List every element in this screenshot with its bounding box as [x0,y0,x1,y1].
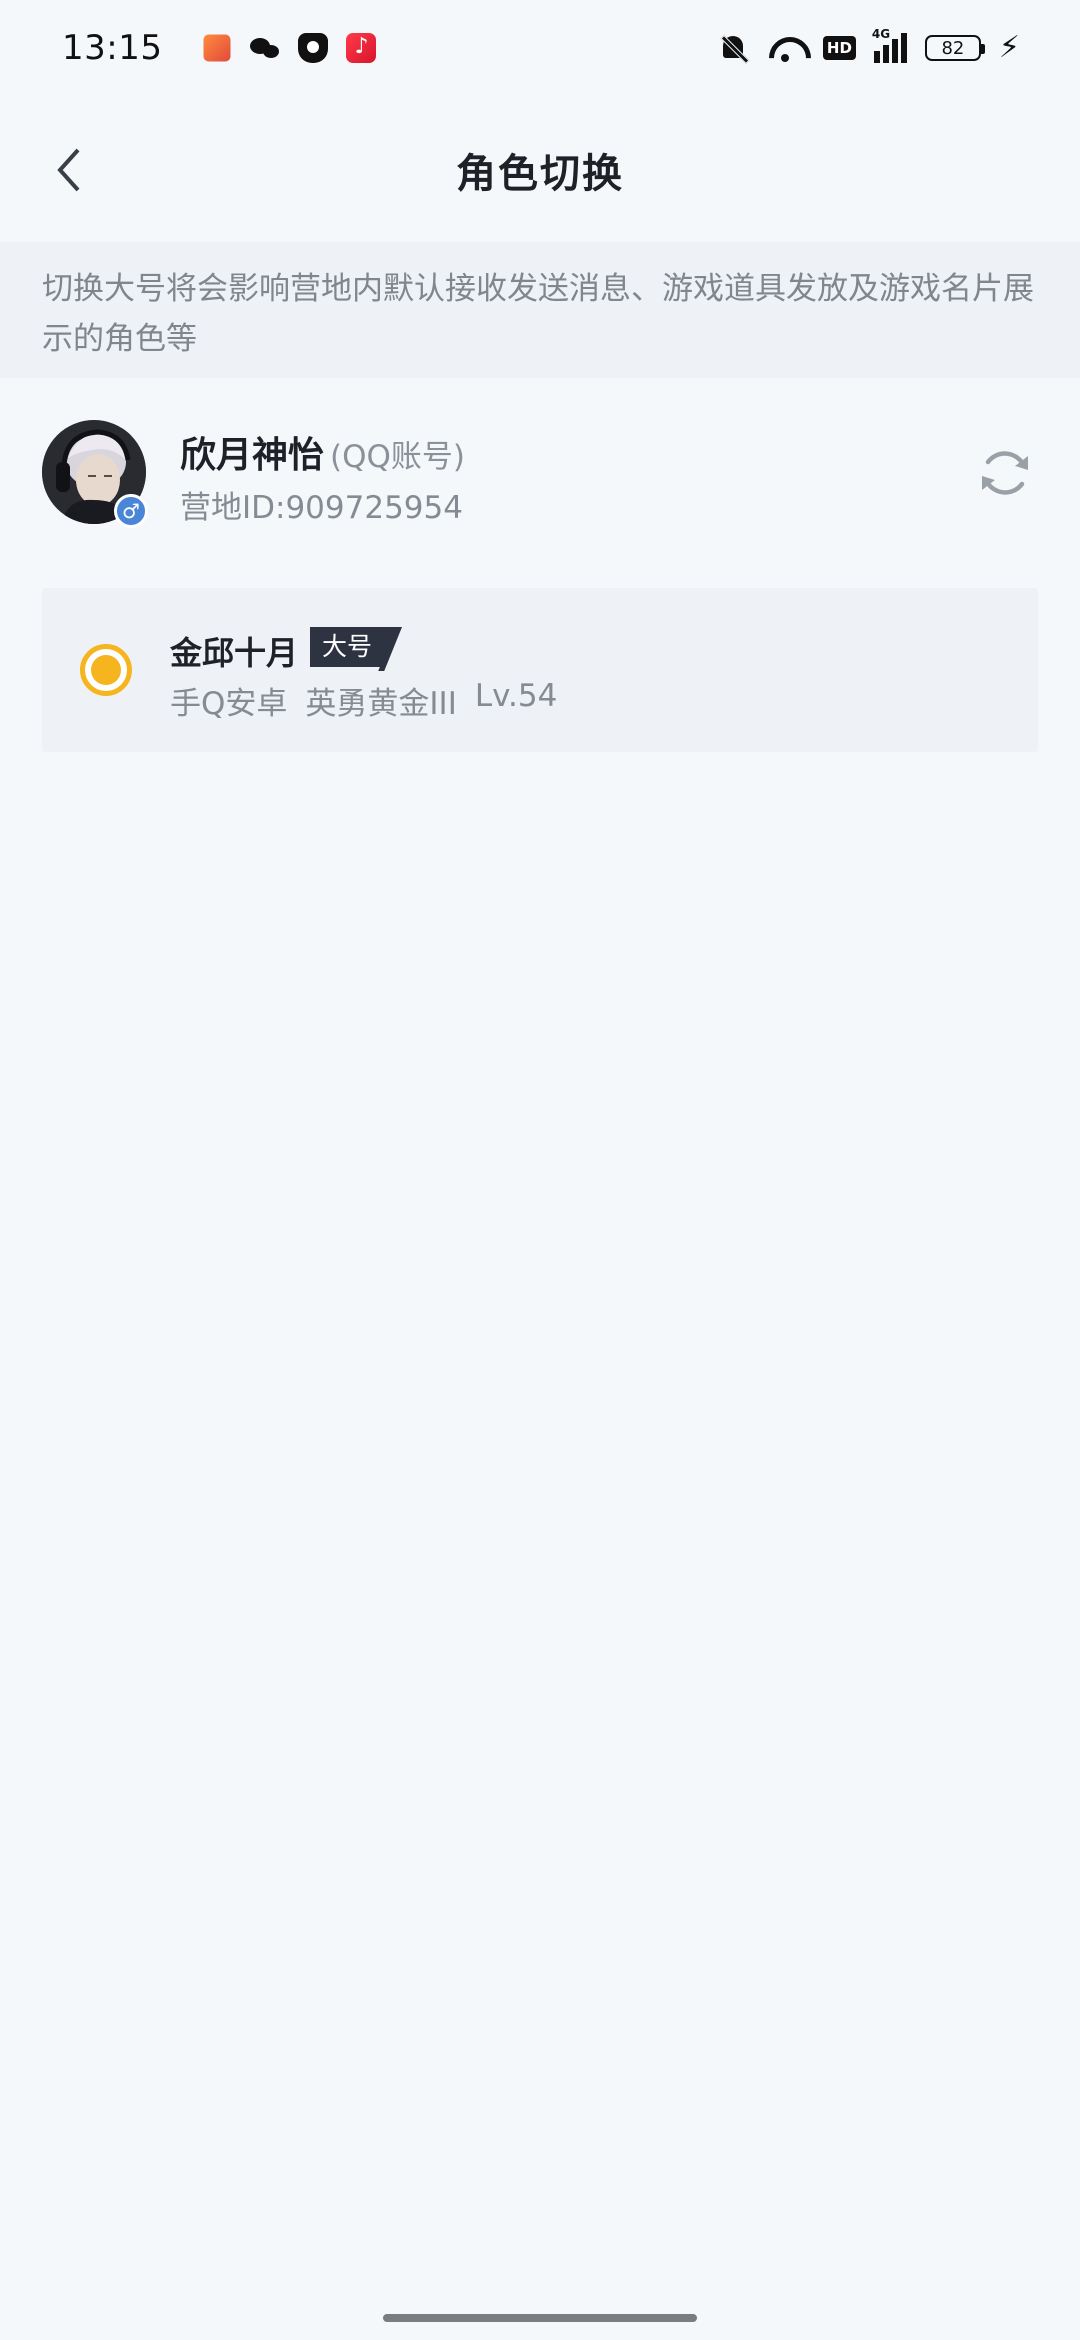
role-name: 金邱十月 [170,634,299,672]
wechat-icon [250,33,280,63]
role-info: 手Q安卓 英勇黄金III Lv.54 [170,678,557,723]
signal-icon: 4G [872,27,907,63]
gender-male-badge: ♂ [114,494,148,528]
shield-app-icon [298,33,329,63]
battery-icon: 82 [924,35,985,61]
refresh-icon [982,451,1028,495]
camp-id: 营地ID:909725954 [180,490,463,526]
network-type-label: 4G [871,27,891,41]
badge-slash-decoration [384,627,406,667]
status-bar: 13:15 HD 4G 82 ⚡ [0,0,1080,96]
role-rank: 英勇黄金III [305,686,457,722]
main-account-badge-label: 大号 [310,627,385,667]
role-switch-page: 13:15 HD 4G 82 ⚡ [0,0,1080,2340]
game-app-icon [203,34,231,62]
nav-bar: 角色切换 [0,110,1080,230]
role-card[interactable]: 金邱十月 大号 手Q安卓 英勇黄金III Lv.54 [42,588,1038,752]
role-platform: 手Q安卓 [170,686,288,722]
bell-off-icon [719,33,747,63]
role-radio-selected[interactable] [80,644,132,696]
role-level: Lv.54 [474,678,558,714]
battery-level: 82 [941,37,965,59]
system-icons: HD 4G 82 ⚡ [719,27,1020,65]
notification-icons [202,33,377,63]
wifi-icon [765,33,805,63]
back-arrow-icon [57,148,80,192]
account-row: ♂ 欣月神怡 (QQ账号) 营地ID:909725954 [0,414,1080,544]
hd-icon: HD [822,36,856,60]
account-name-line: 欣月神怡 (QQ账号) [180,426,465,478]
switch-notice: 切换大号将会影响营地内默认接收发送消息、游戏道具发放及游戏名片展示的角色等 [0,242,1080,378]
account-name: 欣月神怡 [180,435,325,476]
back-button[interactable] [40,140,100,200]
charging-icon: ⚡ [998,30,1020,65]
page-title: 角色切换 [456,151,624,197]
home-indicator[interactable] [383,2314,697,2322]
main-account-badge: 大号 [310,626,406,668]
status-time: 13:15 [62,28,163,68]
account-type: (QQ账号) [330,439,466,475]
refresh-button[interactable] [976,444,1034,502]
music-app-icon [346,33,377,63]
